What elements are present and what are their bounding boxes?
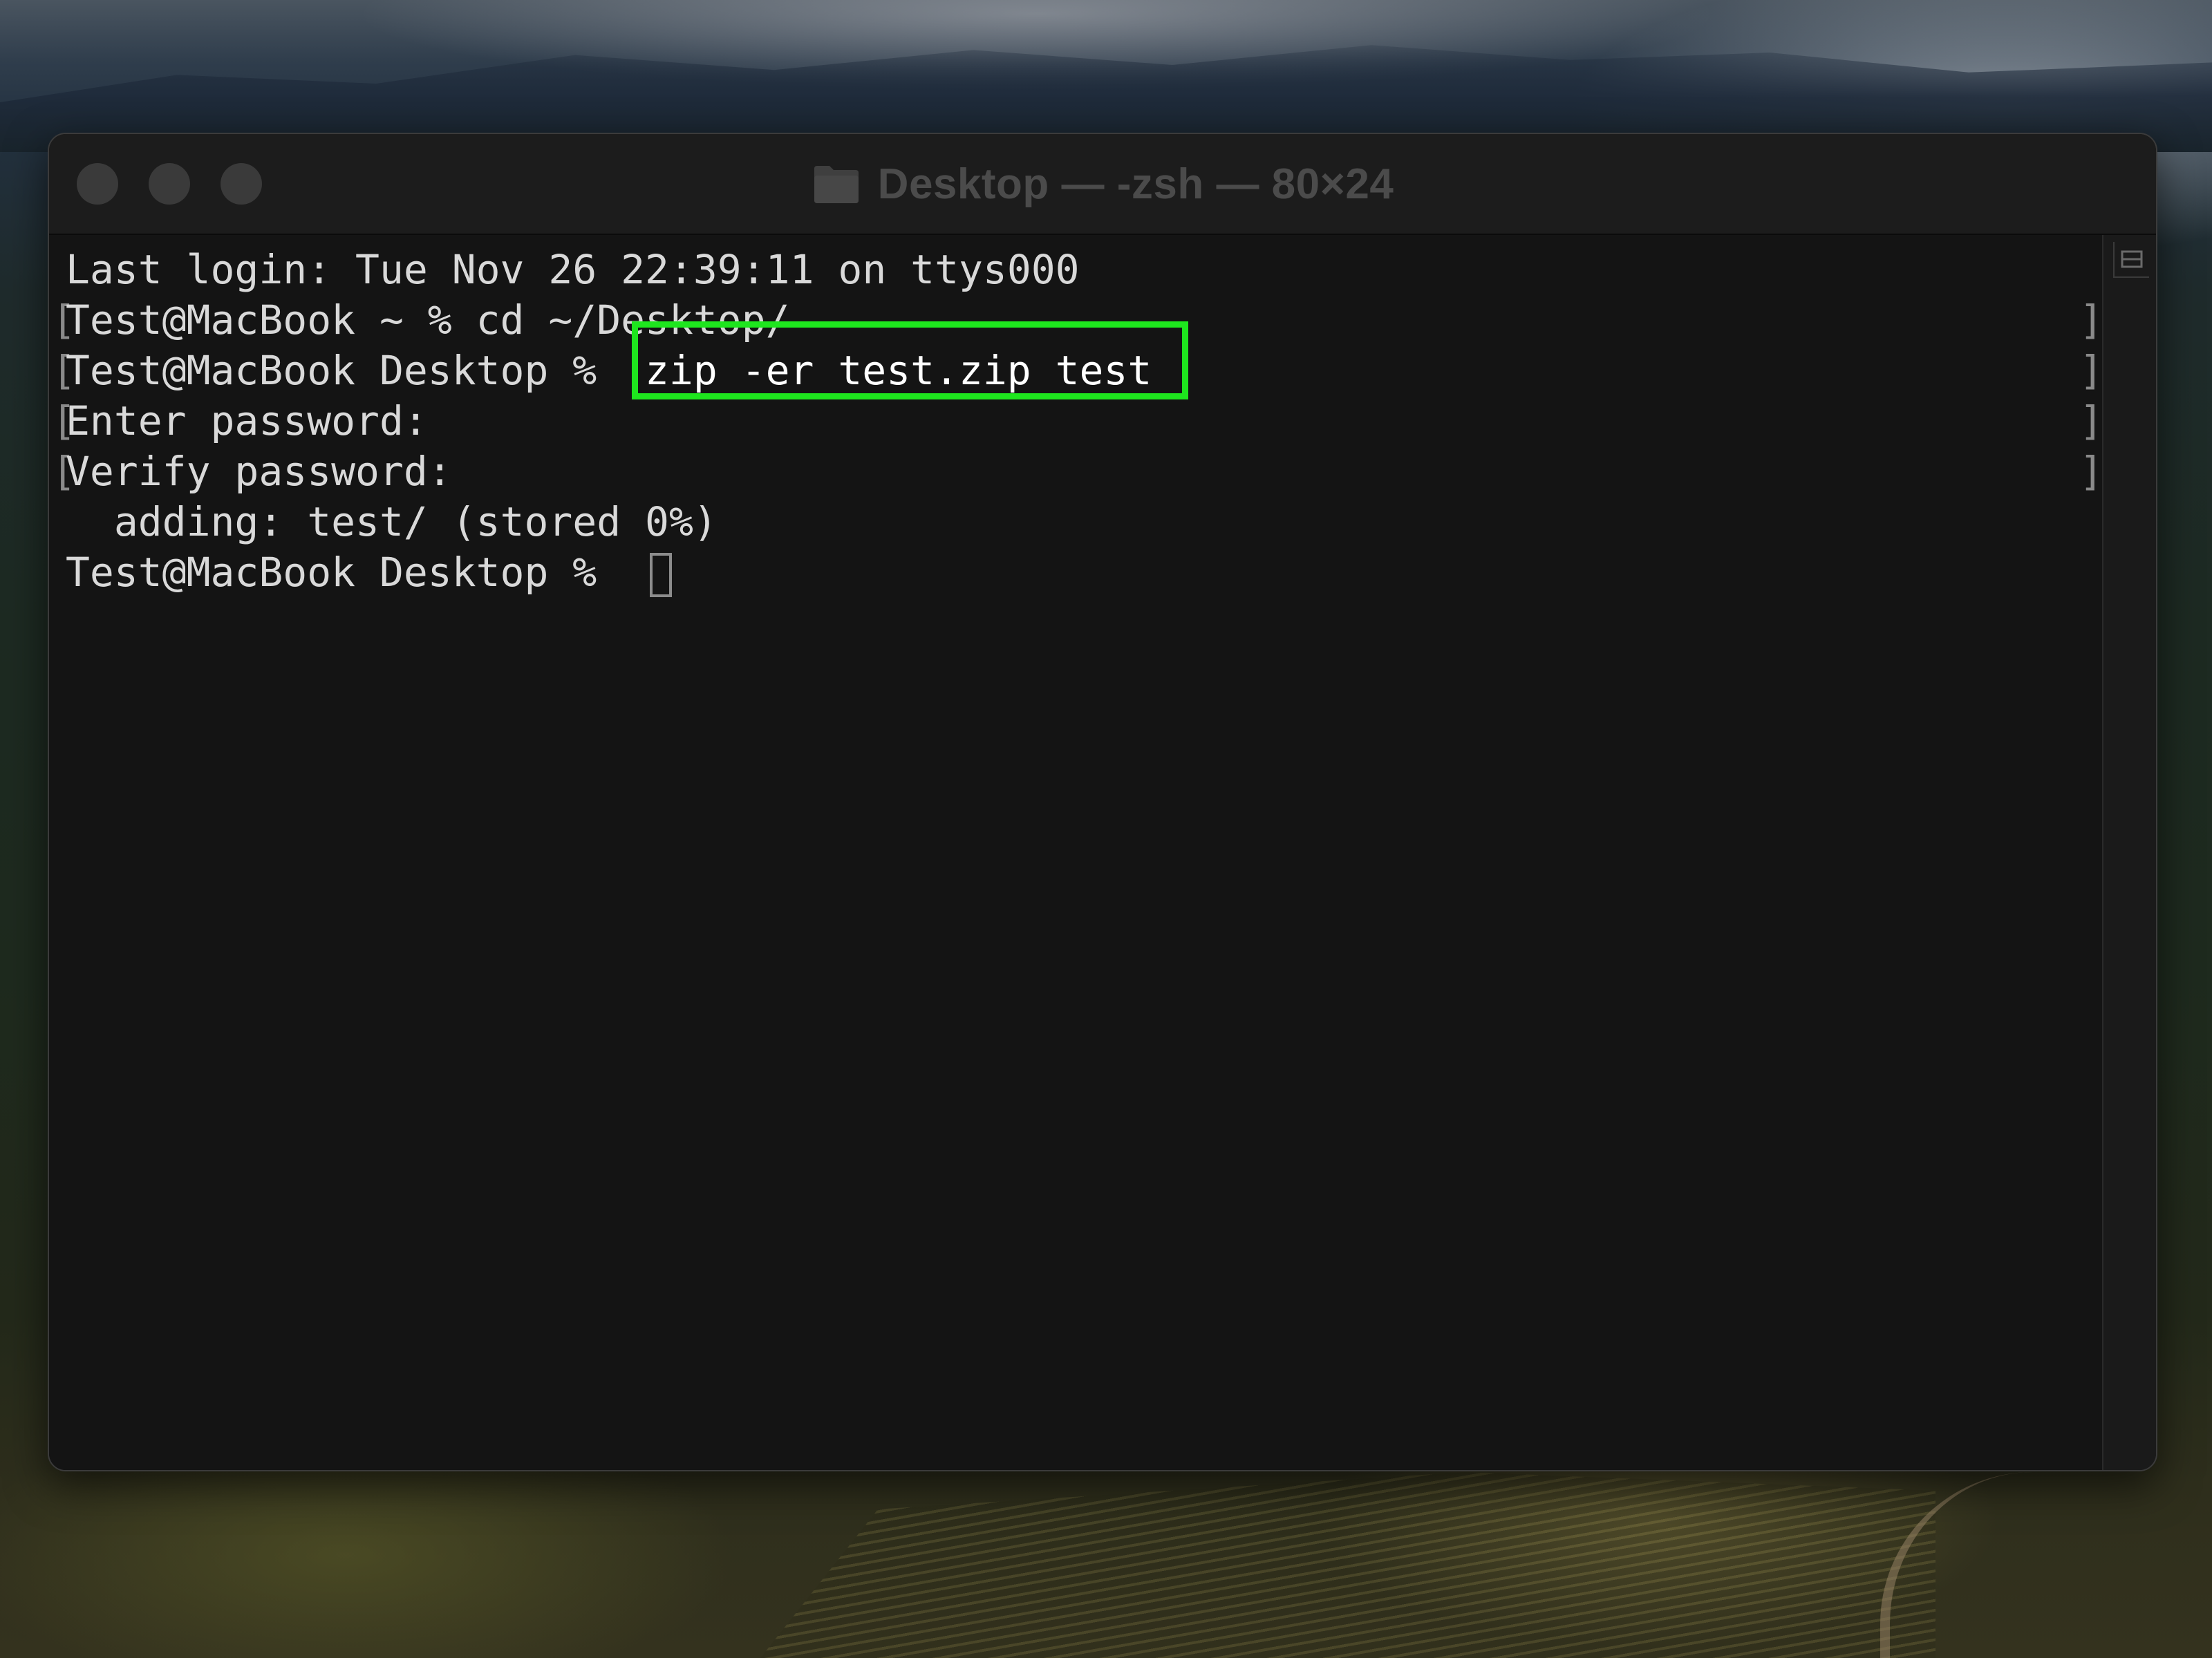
terminal-content[interactable]: Last login: Tue Nov 26 22:39:11 on ttys0… [49, 235, 2103, 1470]
text-cursor [650, 553, 672, 597]
split-pane-icon[interactable] [2113, 242, 2149, 278]
mark-bracket-close: ] [2079, 448, 2103, 495]
terminal-line-7: Test@MacBook Desktop % [49, 547, 2095, 598]
prompt-text: Test@MacBook Desktop % [66, 549, 597, 596]
mark-bracket-close: ] [2079, 296, 2103, 343]
scrollbar[interactable] [2102, 235, 2156, 1470]
terminal-line-1: Last login: Tue Nov 26 22:39:11 on ttys0… [49, 245, 2095, 295]
vineyard-field [760, 1472, 1936, 1658]
window-title-group: Desktop — -zsh — 80×24 [49, 134, 2156, 234]
line-text: Last login: Tue Nov 26 22:39:11 on ttys0… [66, 246, 1080, 293]
folder-icon [812, 163, 861, 205]
mark-bracket-close: ] [2079, 397, 2103, 444]
terminal-window[interactable]: Desktop — -zsh — 80×24 Last login: Tue N… [48, 133, 2157, 1471]
line-text: Enter password: [66, 397, 428, 444]
window-title: Desktop — -zsh — 80×24 [877, 160, 1394, 208]
command-highlight-box [632, 321, 1188, 399]
title-bar[interactable]: Desktop — -zsh — 80×24 [49, 134, 2156, 235]
line-text: Verify password: [66, 448, 452, 495]
line-text: adding: test/ (stored 0%) [66, 498, 718, 545]
terminal-line-5: [ Verify password: ] [49, 446, 2103, 497]
prompt-text: Test@MacBook Desktop % [66, 347, 597, 394]
mark-bracket-close: ] [2079, 347, 2103, 394]
terminal-line-6: adding: test/ (stored 0%) [49, 497, 2095, 547]
terminal-line-4: [ Enter password: ] [49, 396, 2103, 446]
